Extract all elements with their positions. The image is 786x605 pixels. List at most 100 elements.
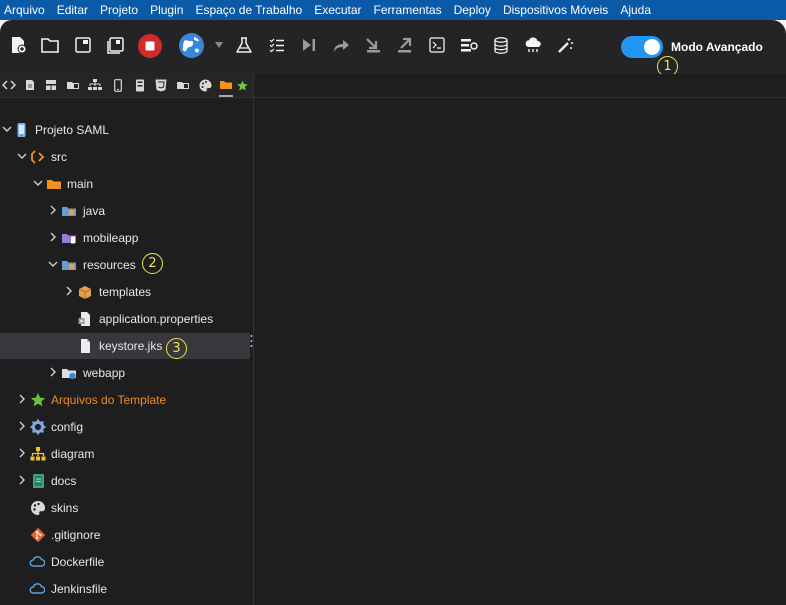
menu-ajuda[interactable]: Ajuda [620,3,651,17]
globe-icon[interactable] [178,32,205,59]
upload-icon[interactable] [394,34,416,56]
tree-item-label: webapp [83,366,126,380]
tree-item-label: Dockerfile [51,555,105,569]
tree-item-keystore-jks[interactable]: keystore.jks [0,333,250,359]
menu-editar[interactable]: Editar [57,3,88,17]
layout-icon[interactable] [44,78,58,92]
new-file-icon[interactable] [7,34,29,56]
menu-plugin[interactable]: Plugin [150,3,183,17]
chevron-right-icon[interactable] [48,205,58,215]
properties-file-icon [78,312,90,326]
save-icon[interactable] [72,34,94,56]
tree-item-resources[interactable]: resources [0,252,250,278]
tree-item-label: mobileapp [83,231,139,245]
tree-item-label: main [67,177,94,191]
code-icon[interactable] [2,78,16,92]
tree-item-src[interactable]: src [0,144,250,170]
tree-item-label: src [51,150,67,164]
chevron-down-icon[interactable] [17,151,27,161]
cloud-icon[interactable] [522,34,544,56]
server-icon[interactable] [133,78,147,92]
tree-item-diagram[interactable]: diagram [0,441,250,467]
splitter-grip-icon[interactable] [250,334,253,348]
save-all-icon[interactable] [104,34,126,56]
editor-tab-bar [254,74,786,98]
tree-item-dockerfile[interactable]: Dockerfile [0,549,250,575]
settings-list-icon[interactable] [458,34,480,56]
chevron-right-icon[interactable] [17,394,27,404]
palette-icon[interactable] [198,78,212,92]
tree-item-arquivos-do-template[interactable]: Arquivos do Template [0,387,250,413]
tree-item-config[interactable]: config [0,414,250,440]
html5-icon[interactable] [154,78,168,92]
hierarchy-icon [30,447,46,461]
hierarchy-icon[interactable] [88,78,102,92]
chevron-right-icon[interactable] [48,367,58,377]
chevron-right-icon[interactable] [48,232,58,242]
tree-item-projeto-saml[interactable]: Projeto SAML [0,117,250,143]
open-folder-icon[interactable] [39,34,61,56]
chevron-down-icon[interactable] [33,178,43,188]
dropdown-arrow-icon[interactable] [213,34,225,56]
menu-espaco-de-trabalho[interactable]: Espaço de Trabalho [195,3,302,17]
magic-wand-icon[interactable] [554,34,576,56]
orange-folder-icon[interactable] [219,78,233,92]
source-icon [31,150,45,164]
tree-item-label: config [51,420,84,434]
active-tab-indicator [219,95,233,97]
checklist-icon[interactable] [266,34,288,56]
menu-bar: Arquivo Editar Projeto Plugin Espaço de … [0,0,786,20]
ide-window: Arquivo Editar Projeto Plugin Espaço de … [0,0,786,605]
mobile-icon[interactable] [111,78,125,92]
menu-ferramentas[interactable]: Ferramentas [374,3,442,17]
chevron-right-icon[interactable] [17,421,27,431]
folder-icon [47,180,61,189]
package-folder-icon [62,261,76,270]
chevron-right-icon[interactable] [17,475,27,485]
tree-item-skins[interactable]: skins [0,495,250,521]
star-icon[interactable] [235,78,249,92]
callout-2: 2 [142,253,163,274]
file-icon[interactable] [23,78,37,92]
tree-item-templates[interactable]: templates [0,279,250,305]
terminal-icon[interactable] [426,34,448,56]
folder-module-icon[interactable] [176,78,190,92]
cloud-icon [29,583,45,594]
stop-icon[interactable] [137,33,163,59]
advanced-mode-toggle[interactable] [621,36,663,58]
chevron-right-icon[interactable] [17,448,27,458]
star-icon [30,393,46,407]
tree-item-application-properties[interactable]: application.properties [0,306,250,332]
tree-item-main[interactable]: main [0,171,250,197]
download-icon[interactable] [362,34,384,56]
tree-item-jenkinsfile[interactable]: Jenkinsfile [0,576,250,602]
tree-item-mobileapp[interactable]: mobileapp [0,225,250,251]
chevron-down-icon[interactable] [2,124,12,134]
tree-item-label: java [83,204,106,218]
tree-item-label: templates [99,285,152,299]
menu-dispositivos-moveis[interactable]: Dispositivos Móveis [503,3,608,17]
tree-item-label: application.properties [99,312,214,326]
git-icon [30,527,46,543]
menu-projeto[interactable]: Projeto [100,3,138,17]
chevron-right-icon[interactable] [64,286,74,296]
menu-arquivo[interactable]: Arquivo [4,3,45,17]
tree-item-label: Projeto SAML [35,123,110,137]
tree-item-gitignore[interactable]: .gitignore [0,522,250,548]
tree-item-java[interactable]: java [0,198,250,224]
box-icon [78,286,92,299]
tree-item-label: diagram [51,447,95,461]
database-icon[interactable] [490,34,512,56]
flask-icon[interactable] [233,34,255,56]
tree-item-webapp[interactable]: webapp [0,360,250,386]
step-icon[interactable] [298,34,320,56]
redo-icon[interactable] [330,34,352,56]
menu-executar[interactable]: Executar [314,3,361,17]
menu-deploy[interactable]: Deploy [454,3,491,17]
chevron-down-icon[interactable] [48,259,58,269]
tree-item-label: skins [51,501,79,515]
editor-area[interactable] [254,74,786,605]
package-icon[interactable] [66,78,80,92]
tree-item-label: .gitignore [51,528,101,542]
tree-item-docs[interactable]: docs [0,468,250,494]
